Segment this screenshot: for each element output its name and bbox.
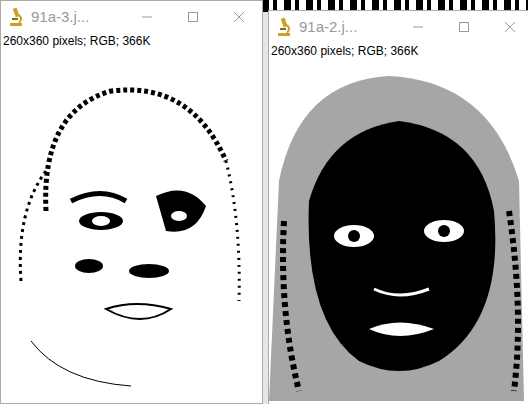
- image-canvas[interactable]: [269, 60, 528, 404]
- desktop: 91a-3.j...260x360 pixels; RGB; 366K91a-2…: [0, 0, 528, 404]
- title-bar[interactable]: 91a-3.j...: [1, 1, 262, 33]
- image-window[interactable]: 91a-2.j... 260x360 pixels; RGB; 366K: [268, 10, 528, 404]
- image-canvas[interactable]: [1, 50, 262, 403]
- maximize-icon[interactable]: [170, 1, 216, 33]
- window-title: 91a-2.j...: [299, 16, 395, 39]
- image-info: 260x360 pixels; RGB; 366K: [269, 43, 528, 60]
- image-window[interactable]: 91a-3.j... 260x360 pixels; RGB; 366K: [0, 0, 263, 404]
- title-bar[interactable]: 91a-2.j...: [269, 11, 528, 43]
- microscope-icon: [275, 17, 293, 37]
- close-icon[interactable]: [487, 11, 528, 43]
- microscope-icon: [7, 7, 25, 27]
- window-title: 91a-3.j...: [31, 6, 124, 29]
- maximize-icon[interactable]: [441, 11, 487, 43]
- close-icon[interactable]: [216, 1, 262, 33]
- image-info: 260x360 pixels; RGB; 366K: [1, 33, 262, 50]
- minimize-icon[interactable]: [395, 11, 441, 43]
- minimize-icon[interactable]: [124, 1, 170, 33]
